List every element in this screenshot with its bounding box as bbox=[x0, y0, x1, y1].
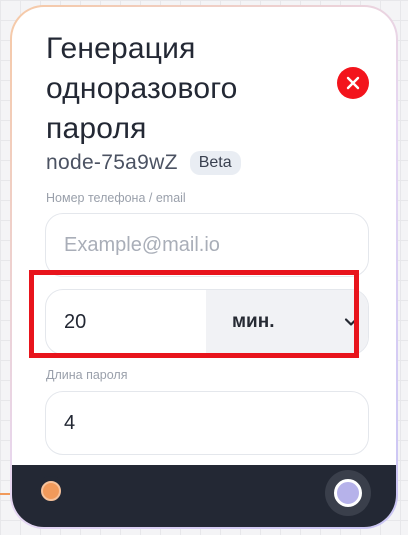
input-port-dot bbox=[41, 481, 61, 501]
selection-highlight bbox=[29, 270, 359, 358]
password-length-label: Длина пароля bbox=[46, 368, 128, 382]
password-length-input[interactable]: 4 bbox=[45, 391, 369, 455]
output-port-icon[interactable] bbox=[325, 470, 371, 516]
beta-badge: Beta bbox=[189, 151, 241, 175]
node-id: node-75a9wZ bbox=[46, 151, 178, 174]
contact-placeholder: Example@mail.io bbox=[64, 233, 220, 256]
otp-node-card[interactable]: Генерация одноразового пароля node-75a9w… bbox=[10, 5, 398, 529]
close-icon bbox=[346, 76, 360, 90]
node-title: Генерация одноразового пароля bbox=[46, 32, 238, 145]
contact-input[interactable]: Example@mail.io bbox=[45, 213, 369, 277]
contact-label: Номер телефона / email bbox=[46, 191, 186, 205]
node-meta: node-75a9wZ Beta bbox=[46, 151, 241, 175]
input-port-icon[interactable] bbox=[36, 476, 66, 506]
output-port-dot bbox=[334, 479, 362, 507]
password-length-value: 4 bbox=[64, 411, 76, 434]
close-button[interactable] bbox=[337, 67, 369, 99]
